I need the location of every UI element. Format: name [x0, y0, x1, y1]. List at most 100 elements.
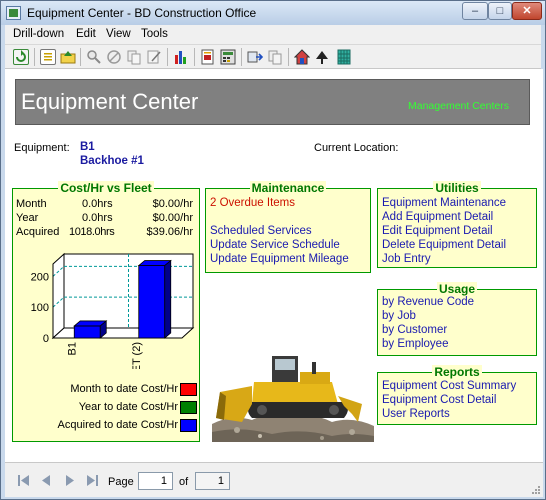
x-tick-label: FLEET (2) [131, 342, 143, 369]
reports-title: Reports [432, 365, 482, 379]
refresh-icon[interactable] [13, 49, 29, 65]
last-page-icon[interactable] [85, 474, 99, 487]
cost-panel: Cost/Hr vs Fleet Month 0.0hrs $0.00/hr Y… [12, 181, 200, 442]
total-pages-field: 1 [195, 472, 230, 490]
by-customer-link[interactable]: by Customer [382, 324, 447, 336]
window-title: Equipment Center - BD Construction Offic… [27, 6, 257, 20]
by-employee-link[interactable]: by Employee [382, 338, 448, 350]
legend-year-swatch [180, 400, 197, 414]
job-entry-link[interactable]: Job Entry [382, 253, 431, 265]
utilities-title: Utilities [433, 181, 481, 195]
management-centers-link[interactable]: Management Centers [408, 100, 509, 112]
equipment-maintenance-link[interactable]: Equipment Maintenance [382, 197, 506, 209]
toolbar-separator [194, 48, 195, 66]
resize-grip-icon[interactable] [531, 485, 541, 495]
of-label: of [179, 476, 189, 488]
maximize-button[interactable]: □ [488, 2, 512, 20]
toolbar-separator [34, 48, 35, 66]
bar-b1-2 [73, 325, 101, 339]
export-icon[interactable] [247, 49, 264, 65]
add-equipment-detail-link[interactable]: Add Equipment Detail [382, 211, 493, 223]
legend-year-label: Year to date Cost/Hr [78, 401, 178, 413]
menu-bar: Drill-down Edit View Tools [5, 25, 541, 44]
toolbar [5, 44, 541, 69]
menu-edit[interactable]: Edit [76, 28, 96, 40]
print-preview-icon[interactable] [267, 49, 283, 65]
y-tick-label: 100 [31, 302, 49, 314]
utilities-panel: Utilities Equipment Maintenance Add Equi… [377, 181, 537, 268]
title-bar[interactable]: Equipment Center - BD Construction Offic… [1, 1, 545, 25]
update-equipment-mileage-link[interactable]: Update Equipment Mileage [210, 253, 349, 265]
toolbar-separator [241, 48, 242, 66]
menu-tools[interactable]: Tools [141, 28, 168, 40]
app-icon [6, 6, 21, 20]
report-icon[interactable] [200, 49, 216, 65]
edit-equipment-detail-link[interactable]: Edit Equipment Detail [382, 225, 493, 237]
legend-year: Year to date Cost/Hr [79, 400, 197, 414]
bar-fleet-2--2 [138, 265, 166, 339]
bar-side-2 [164, 259, 172, 339]
by-revenue-code-link[interactable]: by Revenue Code [382, 296, 474, 308]
reports-panel: Reports Equipment Cost Summary Equipment… [377, 365, 537, 425]
next-page-icon[interactable] [63, 474, 77, 487]
usage-title: Usage [436, 282, 478, 296]
legend-month: Month to date Cost/Hr [70, 382, 197, 396]
minimize-button[interactable]: – [462, 2, 488, 20]
legend-acquired: Acquired to date Cost/Hr [58, 418, 197, 432]
edit-icon[interactable] [146, 49, 162, 65]
acquired-rate: $39.06/hr [146, 226, 193, 238]
overdue-items-link[interactable]: 2 Overdue Items [210, 197, 295, 209]
page-number-input[interactable]: 1 [138, 472, 173, 490]
header-banner: Equipment Center Management Centers [15, 79, 530, 125]
maintenance-title: Maintenance [249, 181, 327, 195]
copy-icon[interactable] [126, 49, 142, 65]
close-button[interactable]: ✕ [512, 2, 542, 20]
delete-equipment-detail-link[interactable]: Delete Equipment Detail [382, 239, 506, 251]
current-location-label: Current Location: [314, 142, 399, 154]
y-tick-label: 200 [31, 271, 49, 283]
pager-bar: Page 1 of 1 [5, 462, 543, 497]
month-label: Month [16, 198, 47, 210]
first-page-icon[interactable] [17, 474, 31, 487]
equipment-cost-detail-link[interactable]: Equipment Cost Detail [382, 394, 496, 406]
month-rate: $0.00/hr [152, 198, 193, 210]
calculator-icon[interactable] [220, 49, 236, 65]
cost-chart: 0 100 200 B1 FLEET (2) [31, 252, 195, 369]
no-entry-icon[interactable] [106, 49, 122, 65]
home-icon[interactable] [293, 49, 311, 65]
bulldozer-image [212, 352, 374, 442]
by-job-link[interactable]: by Job [382, 310, 416, 322]
scheduled-services-link[interactable]: Scheduled Services [210, 225, 312, 237]
equipment-cost-summary-link[interactable]: Equipment Cost Summary [382, 380, 516, 392]
cost-panel-title: Cost/Hr vs Fleet [58, 181, 154, 195]
year-hours: 0.0hrs [82, 212, 113, 224]
equipment-code: B1 [80, 141, 95, 153]
usage-panel: Usage by Revenue Code by Job by Customer… [377, 282, 537, 356]
legend-acquired-label: Acquired to date Cost/Hr [57, 419, 178, 431]
up-folder-icon[interactable] [60, 49, 76, 65]
menu-drill-down[interactable]: Drill-down [13, 28, 64, 40]
zoom-icon[interactable] [86, 49, 102, 65]
year-label: Year [16, 212, 39, 224]
page-label: Page [108, 476, 134, 488]
menu-view[interactable]: View [106, 28, 131, 40]
chart-side-wall [52, 252, 65, 340]
x-tick-label: B1 [66, 342, 78, 355]
document-icon[interactable] [40, 49, 56, 65]
grid-icon[interactable] [336, 49, 352, 65]
update-service-schedule-link[interactable]: Update Service Schedule [210, 239, 340, 251]
page-title: Equipment Center [21, 89, 199, 114]
client-area: Equipment Center Management Centers Equi… [5, 69, 543, 462]
legend-month-swatch [180, 382, 197, 396]
toolbar-separator [167, 48, 168, 66]
bar-chart-icon[interactable] [173, 49, 189, 65]
year-rate: $0.00/hr [152, 212, 193, 224]
maintenance-panel: Maintenance 2 Overdue Items Scheduled Se… [205, 181, 371, 273]
user-reports-link[interactable]: User Reports [382, 408, 450, 420]
y-tick-label: 0 [43, 333, 49, 345]
previous-page-icon[interactable] [39, 474, 53, 487]
toolbar-separator [288, 48, 289, 66]
map-pin-icon[interactable] [314, 49, 330, 65]
acquired-label: Acquired [16, 226, 60, 238]
equipment-name: Backhoe #1 [80, 155, 144, 167]
